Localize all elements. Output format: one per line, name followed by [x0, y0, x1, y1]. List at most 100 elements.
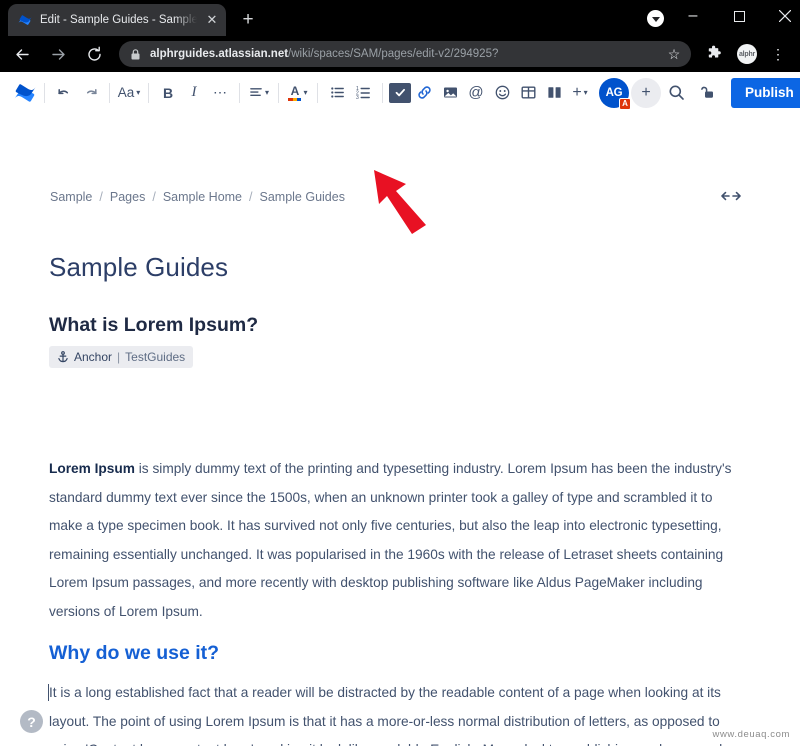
more-formatting-button[interactable]: ⋯ [207, 79, 233, 107]
italic-button[interactable]: I [181, 79, 207, 107]
confluence-favicon [17, 12, 33, 28]
breadcrumb-separator: / [152, 190, 155, 204]
text-style-label: Aa [118, 85, 135, 100]
anchor-macro[interactable]: Anchor | TestGuides [49, 346, 193, 368]
forward-button[interactable] [43, 39, 73, 69]
breadcrumb-separator: / [249, 190, 252, 204]
paragraph-1[interactable]: Lorem Ipsum is simply dummy text of the … [49, 455, 733, 626]
editor-toolbar: Aa ▾ B I ⋯ ▾ A [0, 72, 800, 114]
text-style-dropdown[interactable]: Aa ▾ [116, 79, 142, 107]
url-domain: alphrguides.atlassian.net [150, 48, 288, 60]
bullet-list-button[interactable] [324, 79, 350, 107]
avatar-badge: A [619, 98, 631, 110]
toolbar-divider [317, 83, 318, 103]
window-close-button[interactable] [762, 0, 800, 32]
page-title[interactable]: Sample Guides [49, 252, 228, 283]
ellipsis-icon: ⋯ [213, 84, 227, 101]
layout-button[interactable] [541, 79, 567, 107]
avatar[interactable]: AG A [599, 78, 629, 108]
align-dropdown[interactable]: ▾ [246, 79, 272, 107]
emoji-button[interactable] [489, 79, 515, 107]
anchor-label: Anchor [74, 350, 112, 364]
breadcrumb-item-space[interactable]: Sample [50, 190, 92, 204]
restrictions-button[interactable] [693, 78, 723, 108]
downloads-icon[interactable] [647, 10, 664, 27]
emoji-icon [495, 85, 510, 100]
annotation-arrow [372, 168, 444, 236]
at-icon: @ [468, 84, 483, 101]
tab-title: Edit - Sample Guides - Sample - [40, 14, 197, 26]
breadcrumb-item-sample-guides[interactable]: Sample Guides [260, 190, 345, 204]
toolbar-divider [44, 83, 45, 103]
bold-button[interactable]: B [155, 79, 181, 107]
chevron-down-icon: ▾ [136, 88, 140, 97]
address-bar[interactable]: alphrguides.atlassian.net/wiki/spaces/SA… [119, 41, 691, 67]
anchor-separator: | [117, 350, 120, 364]
tab-close-icon[interactable]: ✕ [204, 12, 220, 28]
action-item-button[interactable] [389, 83, 411, 103]
browser-toolbar: alphrguides.atlassian.net/wiki/spaces/SA… [0, 36, 800, 72]
browser-menu-button[interactable]: ⋮ [770, 47, 786, 61]
link-icon [416, 84, 433, 101]
browser-tab[interactable]: Edit - Sample Guides - Sample - ✕ [8, 4, 226, 36]
chevron-down-icon: ▾ [584, 88, 588, 97]
numbered-list-button[interactable]: 123 [350, 79, 376, 107]
paragraph-1-lead: Lorem Ipsum [49, 461, 135, 476]
heading-why-do-we-use-it[interactable]: Why do we use it? [49, 642, 219, 665]
bookmark-star-icon[interactable]: ☆ [665, 45, 683, 63]
confluence-editor-page: Aa ▾ B I ⋯ ▾ A [0, 72, 800, 746]
color-swatch-bar [288, 98, 301, 101]
text-color-dropdown[interactable]: A ▾ [285, 79, 311, 107]
unlock-icon [700, 84, 717, 101]
publish-button[interactable]: Publish [731, 78, 800, 108]
back-button[interactable] [7, 39, 37, 69]
table-button[interactable] [515, 79, 541, 107]
bold-label: B [163, 85, 173, 101]
toolbar-divider [239, 83, 240, 103]
image-icon [443, 85, 458, 100]
toolbar-divider [109, 83, 110, 103]
italic-label: I [192, 84, 197, 101]
toolbar-divider [148, 83, 149, 103]
redo-button[interactable] [77, 79, 103, 107]
plus-icon: + [572, 84, 581, 102]
checkbox-icon [394, 86, 407, 99]
anchor-value: TestGuides [125, 350, 185, 364]
heading-what-is-lorem-ipsum[interactable]: What is Lorem Ipsum? [49, 314, 258, 337]
search-button[interactable] [661, 78, 691, 108]
anchor-icon [57, 351, 69, 363]
undo-button[interactable] [51, 79, 77, 107]
svg-text:3: 3 [356, 95, 359, 100]
table-icon [521, 85, 536, 100]
window-minimize-button[interactable]: – [670, 0, 716, 32]
profile-avatar[interactable]: alphr [737, 44, 757, 64]
paragraph-2[interactable]: It is a long established fact that a rea… [49, 679, 733, 746]
insert-more-button[interactable]: + ▾ [567, 79, 593, 107]
text-color-letter: A [291, 85, 300, 97]
new-tab-button[interactable]: + [236, 8, 260, 32]
window-maximize-button[interactable] [716, 0, 762, 32]
browser-window: Edit - Sample Guides - Sample - ✕ + – al… [0, 0, 800, 746]
reload-button[interactable] [79, 39, 109, 69]
expand-width-icon[interactable] [720, 190, 742, 205]
url-text: alphrguides.atlassian.net/wiki/spaces/SA… [150, 48, 498, 60]
mention-button[interactable]: @ [463, 79, 489, 107]
watermark: www.deuaq.com [712, 729, 790, 740]
breadcrumb-item-pages[interactable]: Pages [110, 190, 145, 204]
confluence-logo[interactable] [12, 80, 38, 106]
url-path: /wiki/spaces/SAM/pages/edit-v2/294925? [288, 48, 498, 60]
breadcrumb-item-sample-home[interactable]: Sample Home [163, 190, 242, 204]
numbered-list-icon: 123 [356, 85, 371, 100]
invite-button[interactable]: + [631, 78, 661, 108]
layout-icon [547, 85, 562, 100]
breadcrumb-separator: / [99, 190, 102, 204]
link-button[interactable] [411, 79, 437, 107]
align-icon [249, 85, 263, 100]
toolbar-divider [278, 83, 279, 103]
search-icon [668, 84, 685, 101]
paragraph-1-body: is simply dummy text of the printing and… [49, 461, 731, 619]
editor-toolbar-right: Publish Close ⋯ [661, 78, 800, 108]
help-button[interactable]: ? [20, 710, 43, 733]
image-button[interactable] [437, 79, 463, 107]
puzzle-icon[interactable] [705, 45, 723, 63]
